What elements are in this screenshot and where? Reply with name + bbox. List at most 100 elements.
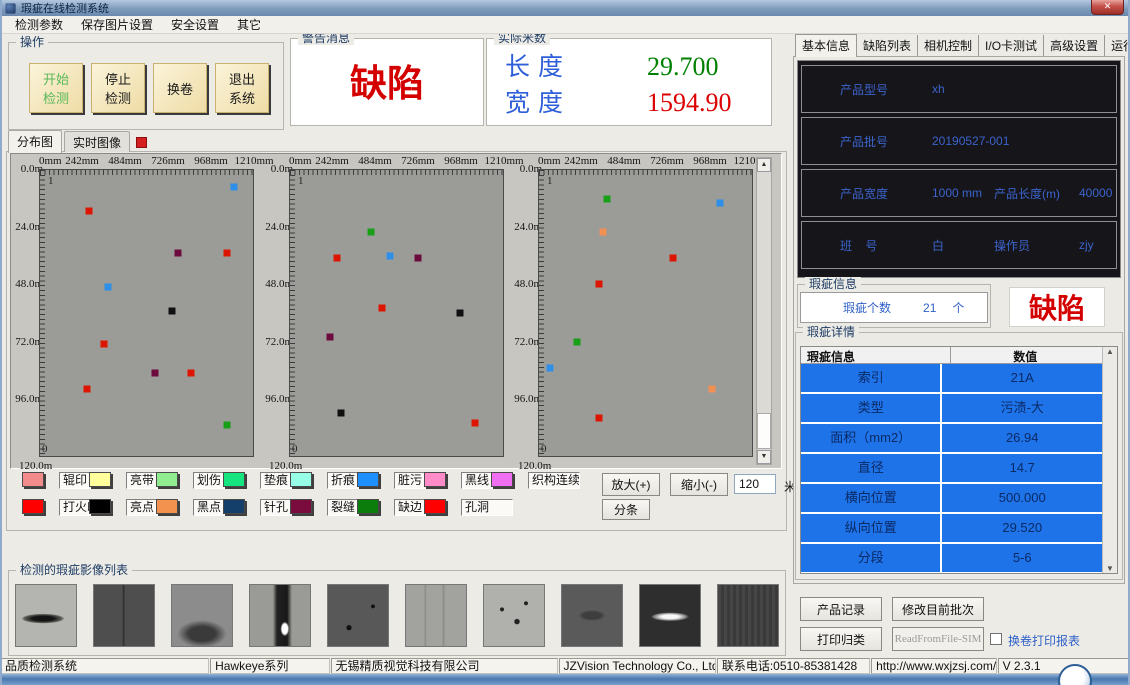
defect-detail-row[interactable]: 类型污渍-大 bbox=[801, 394, 1102, 422]
defect-thumbnail[interactable] bbox=[483, 584, 545, 647]
scroll-down-button[interactable]: ▼ bbox=[757, 450, 771, 464]
operation-button[interactable]: 换卷 bbox=[153, 63, 207, 113]
x-tick-label: 968mm bbox=[444, 155, 478, 167]
right-tab-4[interactable]: 高级设置 bbox=[1044, 35, 1105, 56]
meter-row: 长度29.700 bbox=[505, 47, 732, 83]
detail-field-value: 21A bbox=[942, 364, 1102, 392]
operation-button[interactable]: 停止 检测 bbox=[91, 63, 145, 113]
meter-row: 宽度1594.90 bbox=[505, 83, 732, 119]
plot-vertical-scrollbar[interactable]: ▲▼ bbox=[756, 157, 772, 465]
zoom-in-button[interactable]: 放大(+) bbox=[602, 473, 660, 496]
y-tick-label: 24.0m bbox=[5, 221, 43, 233]
x-tick-label: 242mm bbox=[315, 155, 349, 167]
x-tick-label: 726mm bbox=[401, 155, 435, 167]
defect-table-scrollbar[interactable]: ▲ ▼ bbox=[1102, 347, 1117, 573]
right-tab-3[interactable]: I/O卡测试 bbox=[979, 35, 1044, 56]
right-tab-2[interactable]: 相机控制 bbox=[918, 35, 979, 56]
operation-button[interactable]: 开始 检测 bbox=[29, 63, 83, 113]
defect-point bbox=[151, 369, 158, 376]
x-tick-label: 484mm bbox=[108, 155, 142, 167]
reprint-checkbox[interactable] bbox=[990, 633, 1002, 645]
split-button[interactable]: 分条 bbox=[602, 499, 650, 520]
scroll-down-icon[interactable]: ▼ bbox=[1103, 564, 1117, 573]
y-tick-label: 48.0m bbox=[255, 278, 293, 290]
menu-item[interactable]: 其它 bbox=[228, 15, 270, 34]
defect-thumbnail[interactable] bbox=[249, 584, 311, 647]
scatter-plot-3: 10 bbox=[538, 169, 753, 457]
x-axis-ticks bbox=[40, 170, 253, 175]
right-tab-strip: 基本信息缺陷列表相机控制I/O卡测试高级设置运行状态信息 bbox=[795, 38, 1130, 56]
zoom-out-button[interactable]: 缩小(-) bbox=[670, 473, 728, 496]
field-label: 产品长度(m) bbox=[994, 185, 1079, 202]
detail-field-value: 污渍-大 bbox=[942, 394, 1102, 422]
status-cell: 品质检测系统 bbox=[0, 658, 209, 674]
modify-batch-button[interactable]: 修改目前批次 bbox=[892, 597, 984, 621]
scroll-up-icon[interactable]: ▲ bbox=[1103, 347, 1117, 356]
y-tick-label: 48.0m bbox=[5, 278, 43, 290]
scatter-plot-1: 10 bbox=[39, 169, 254, 457]
defect-count-unit: 个 bbox=[952, 299, 964, 316]
print-sort-button[interactable]: 打印归类 bbox=[800, 627, 882, 651]
field-label: 产品批号 bbox=[840, 133, 932, 150]
live-indicator-icon bbox=[136, 137, 147, 148]
status-cell: http://www.wxjzsj.com/ bbox=[871, 658, 996, 674]
close-button[interactable]: ✕ bbox=[1091, 0, 1124, 15]
defect-detail-row[interactable]: 直径14.7 bbox=[801, 454, 1102, 482]
range-input[interactable]: 120 bbox=[734, 474, 776, 494]
product-info-row: 产品宽度1000 mm产品长度(m)40000 bbox=[801, 169, 1117, 217]
legend-swatch bbox=[357, 499, 379, 514]
detail-field-name: 分段 bbox=[801, 544, 942, 572]
menu-item[interactable]: 安全设置 bbox=[162, 15, 228, 34]
detail-field-value: 14.7 bbox=[942, 454, 1102, 482]
defect-detail-row[interactable]: 纵向位置29.520 bbox=[801, 514, 1102, 542]
left-tab-strip: 分布图实时图像 bbox=[8, 133, 147, 152]
defect-detail-row[interactable]: 横向位置500.000 bbox=[801, 484, 1102, 512]
x-tick-label: 484mm bbox=[607, 155, 641, 167]
defect-thumbnail[interactable] bbox=[405, 584, 467, 647]
right-tab-1[interactable]: 缺陷列表 bbox=[857, 35, 918, 56]
defect-detail-row[interactable]: 索引21A bbox=[801, 364, 1102, 392]
defect-point bbox=[86, 207, 93, 214]
warning-group: 警告消息 缺陷 bbox=[290, 38, 484, 126]
detail-field-name: 索引 bbox=[801, 364, 942, 392]
tab-live-image[interactable]: 实时图像 bbox=[64, 131, 130, 152]
legend-swatch bbox=[223, 499, 245, 514]
segment-marker: 1 bbox=[48, 175, 54, 187]
defect-thumbnail[interactable] bbox=[639, 584, 701, 647]
y-tick-label: 96.0m bbox=[255, 393, 293, 405]
scroll-up-button[interactable]: ▲ bbox=[757, 158, 771, 172]
tab-distribution[interactable]: 分布图 bbox=[8, 130, 62, 153]
right-tab-0[interactable]: 基本信息 bbox=[795, 34, 857, 57]
product-record-button[interactable]: 产品记录 bbox=[800, 597, 882, 621]
y-tick-label: 24.0m bbox=[504, 221, 542, 233]
y-tick-label: 0.0m bbox=[255, 163, 293, 175]
field-value: 40000 bbox=[1079, 186, 1112, 200]
defect-thumbnail[interactable] bbox=[561, 584, 623, 647]
plots-container: 0mm242mm484mm726mm968mm1210mm0.0m24.0m48… bbox=[10, 153, 782, 469]
defect-thumbnail[interactable] bbox=[327, 584, 389, 647]
menu-item[interactable]: 保存图片设置 bbox=[72, 15, 162, 34]
meter-label: 长度 bbox=[505, 47, 615, 83]
defect-thumbnail[interactable] bbox=[717, 584, 779, 647]
detail-field-name: 面积（mm2） bbox=[801, 424, 942, 452]
operation-button[interactable]: 退出 系统 bbox=[215, 63, 269, 113]
title-bar[interactable]: 瑕疵在线检测系统 ✕ bbox=[0, 0, 1130, 16]
defect-thumbnail[interactable] bbox=[171, 584, 233, 647]
x-tick-label: 968mm bbox=[194, 155, 228, 167]
defect-thumbnail[interactable] bbox=[93, 584, 155, 647]
right-tab-5[interactable]: 运行状态信息 bbox=[1105, 35, 1130, 56]
origin-label: 0 bbox=[42, 443, 48, 455]
scroll-thumb[interactable] bbox=[757, 413, 771, 449]
defect-detail-row[interactable]: 分段5-6 bbox=[801, 544, 1102, 572]
legend-swatch bbox=[424, 472, 446, 487]
defect-thumbnail[interactable] bbox=[15, 584, 77, 647]
defect-detail-row[interactable]: 面积（mm2）26.94 bbox=[801, 424, 1102, 452]
reprint-checkbox-label: 换卷打印报表 bbox=[1008, 632, 1080, 649]
detail-field-value: 5-6 bbox=[942, 544, 1102, 572]
y-axis-ticks bbox=[290, 170, 295, 456]
menu-item[interactable]: 检测参数 bbox=[6, 15, 72, 34]
defect-point bbox=[105, 283, 112, 290]
y-tick-label: 96.0m bbox=[504, 393, 542, 405]
defect-point bbox=[599, 228, 606, 235]
defect-point bbox=[224, 250, 231, 257]
